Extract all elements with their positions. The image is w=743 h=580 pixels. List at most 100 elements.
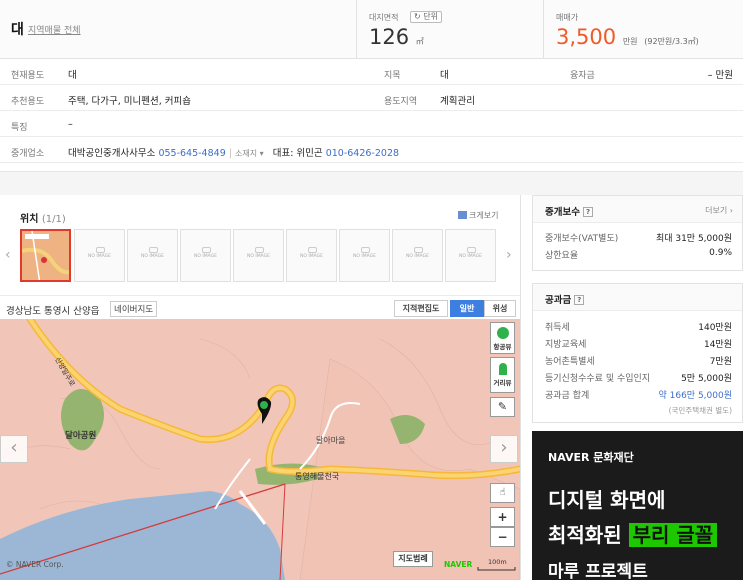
current-use-label: 현재용도 — [11, 71, 45, 81]
ad-banner[interactable]: NAVER 문화재단 디지털 화면에 최적화된 부리 글꼴 마루 프로젝트 — [532, 431, 743, 580]
commission-header: 중개보수? 더보기 › — [533, 196, 742, 223]
thumbs-prev-button[interactable]: ‹ — [5, 247, 11, 263]
thumbnail-empty[interactable]: NO IMAGE — [127, 229, 178, 282]
recommended-use-label: 추천용도 — [11, 97, 45, 107]
info-row: 특징 – — [0, 111, 743, 137]
thumbnail-empty[interactable]: NO IMAGE — [233, 229, 284, 282]
maptype-cadastral-button[interactable]: 지적편집도 — [394, 300, 448, 317]
map-next-button[interactable]: › — [490, 435, 518, 463]
camera-icon — [414, 247, 423, 253]
representative: 대표: 위민곤 — [272, 148, 323, 159]
ruler-button[interactable]: ✎ — [490, 397, 515, 417]
category-value: 대 — [440, 70, 449, 81]
price-value: 3,500 만원 (92만원/3.3㎡) — [556, 25, 699, 49]
area-box: 대지면적 ↻ 단위 126 ㎡ — [356, 0, 543, 59]
commission-box: 중개보수? 더보기 › 중개보수(VAT별도) 최대 31만 5,000원 상한요… — [532, 195, 743, 271]
map-canvas[interactable]: 달아공원 달아마을 통영해물천국 산양일주로 © NAVER Corp. NAV… — [0, 319, 520, 580]
tax-row: 농어촌특별세 7만원 — [545, 357, 732, 367]
hand-icon: ☝ — [499, 487, 506, 498]
agency-label: 중개업소 — [11, 149, 45, 159]
thumbnail-empty[interactable]: NO IMAGE — [180, 229, 231, 282]
ad-line3: 마루 프로젝트 — [548, 562, 648, 580]
map-scale: 100m — [488, 558, 507, 566]
agency-phone[interactable]: 055-645-4849 — [158, 148, 225, 159]
agency-name: 대박공인중개사사무소 — [68, 148, 156, 159]
camera-icon — [361, 247, 370, 253]
help-icon[interactable]: ? — [574, 295, 585, 305]
street-view-button[interactable]: 거리뷰 — [490, 357, 515, 393]
recommended-use-value: 주택, 다가구, 미니펜션, 커피숍 — [68, 96, 191, 107]
tax-title: 공과금? — [545, 292, 585, 306]
camera-icon — [149, 247, 158, 253]
naver-logo: NAVER — [444, 560, 473, 569]
map-label-restaurant: 통영해물천국 — [295, 471, 339, 481]
maptype-satellite-button[interactable]: 위성 — [484, 300, 516, 317]
tax-total-row: 공과금 합계 약 166만 5,000원 — [545, 391, 732, 401]
region-listings-link[interactable]: 지역매물 전체 — [28, 23, 81, 36]
price-label: 매매가 — [556, 13, 579, 22]
tax-row: 취득세 140만원 — [545, 323, 732, 333]
camera-icon — [96, 247, 105, 253]
map-label-park: 달아공원 — [65, 430, 96, 441]
info-row: 현재용도 대 지목 대 융자금 – 만원 — [0, 59, 743, 85]
loan-label: 융자금 — [570, 71, 595, 81]
loan-value: – 만원 — [707, 70, 733, 81]
camera-icon — [202, 247, 211, 253]
feature-value: – — [68, 119, 73, 130]
agency-address-toggle[interactable]: 소재지 ▾ — [235, 149, 264, 158]
thumbnail-empty[interactable]: NO IMAGE — [392, 229, 443, 282]
thumbs-next-button[interactable]: › — [506, 247, 512, 263]
aerial-view-button[interactable]: 항공뷰 — [490, 322, 515, 354]
maptype-normal-button[interactable]: 일반 — [450, 300, 484, 317]
map-toolbar: 경상남도 통영시 산양읍 네이버지도 지적편집도 일반 위성 — [0, 295, 520, 319]
location-title: 위치 (1/1) — [20, 214, 66, 225]
ad-line1: 디지털 화면에 — [548, 488, 666, 512]
map-prev-button[interactable]: ‹ — [0, 435, 28, 463]
camera-icon — [255, 247, 264, 253]
category-label: 지목 — [384, 71, 401, 81]
ruler-icon: ✎ — [497, 400, 508, 413]
naver-map-button[interactable]: 네이버지도 — [110, 301, 158, 317]
camera-icon — [308, 247, 317, 253]
cursor-button[interactable]: ☝ — [490, 483, 515, 503]
price-box: 매매가 3,500 만원 (92만원/3.3㎡) — [543, 0, 743, 59]
thumbnail-map[interactable] — [20, 229, 71, 282]
tax-row: 등기신청수수료 및 수입인지 5만 5,000원 — [545, 374, 732, 384]
image-icon — [458, 211, 467, 219]
aerial-icon — [496, 327, 509, 339]
camera-icon — [467, 247, 476, 253]
unit-toggle-button[interactable]: ↻ 단위 — [410, 11, 442, 23]
commission-row: 상한요율 0.9% — [545, 248, 732, 261]
thumbnail-empty[interactable]: NO IMAGE — [445, 229, 496, 282]
thumbnail-empty[interactable]: NO IMAGE — [286, 229, 337, 282]
enlarge-link[interactable]: 크게보기 — [458, 210, 498, 221]
area-label: 대지면적 — [369, 13, 399, 22]
agency-value: 대박공인중개사사무소 055-645-4849 | 소재지 ▾ 대표: 위민곤 … — [68, 148, 400, 159]
zoom-in-button[interactable]: + — [490, 507, 515, 527]
map-address: 경상남도 통영시 산양읍 — [6, 306, 100, 317]
info-row: 추천용도 주택, 다가구, 미니펜션, 커피숍 용도지역 계획관리 — [0, 85, 743, 111]
zoom-out-button[interactable]: − — [490, 527, 515, 547]
commission-row: 중개보수(VAT별도) 최대 31만 5,000원 — [545, 234, 732, 244]
listing-info: 현재용도 대 지목 대 융자금 – 만원 추천용도 주택, 다가구, 미니펜션,… — [0, 59, 743, 163]
info-row: 중개업소 대박공인중개사사무소 055-645-4849 | 소재지 ▾ 대표:… — [0, 137, 743, 163]
thumbnail-empty[interactable]: NO IMAGE — [339, 229, 390, 282]
map-legend-button[interactable]: 지도범례 — [393, 551, 433, 567]
thumbnail-strip: NO IMAGE NO IMAGE NO IMAGE NO IMAGE NO I… — [20, 229, 500, 282]
tax-header: 공과금? — [533, 284, 742, 311]
thumbnail-empty[interactable]: NO IMAGE — [74, 229, 125, 282]
tax-row: 지방교육세 14만원 — [545, 340, 732, 350]
map-thumbnail-image — [22, 231, 69, 280]
commission-title: 중개보수? — [545, 204, 593, 218]
location-panel: 위치 (1/1) 크게보기 ‹ › NO IMAGE NO IMAGE NO I… — [0, 195, 521, 580]
representative-phone[interactable]: 010-6426-2028 — [326, 148, 399, 159]
street-view-icon — [498, 363, 507, 375]
listing-kind: 대 — [11, 22, 24, 38]
help-icon[interactable]: ? — [582, 207, 593, 217]
zone-value: 계획관리 — [440, 96, 475, 107]
current-use-value: 대 — [68, 70, 77, 81]
tax-box: 공과금? 취득세 140만원 지방교육세 14만원 농어촌특별세 7만원 등기신청수수… — [532, 283, 743, 423]
listing-summary: 대 지역매물 전체 대지면적 ↻ 단위 126 ㎡ 매매가 3,500 만원 (… — [0, 0, 743, 59]
ad-line2: 최적화된 부리 글꼴 — [548, 519, 718, 548]
commission-more-link[interactable]: 더보기 › — [705, 205, 733, 216]
